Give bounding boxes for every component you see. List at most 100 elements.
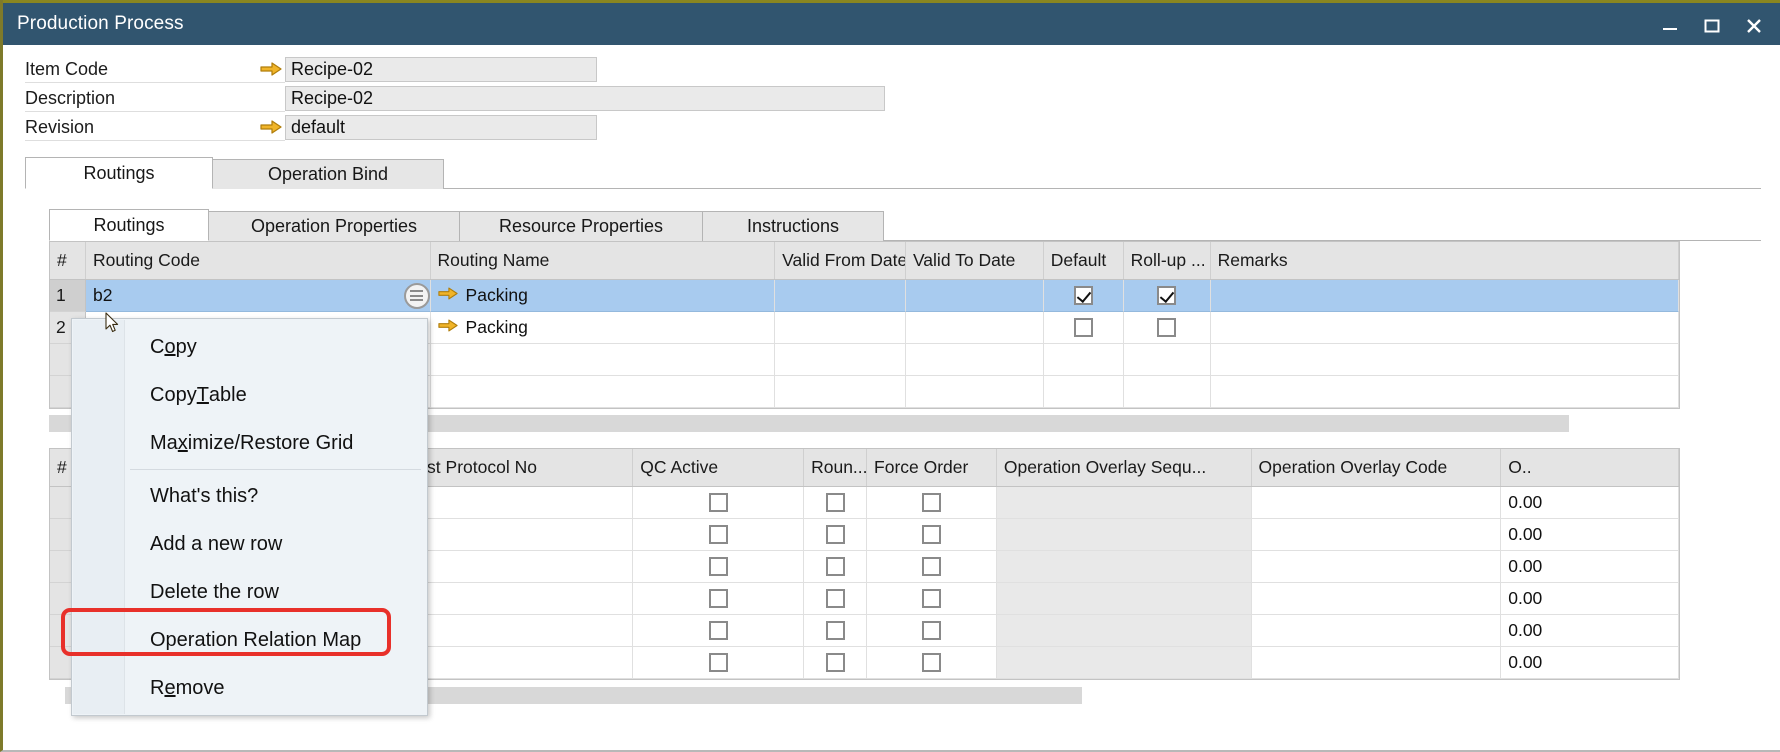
header-test-protocol-no[interactable]: Test Protocol No xyxy=(402,449,634,486)
header-valid-from-date[interactable]: Valid From Date xyxy=(775,242,906,279)
qc-active-checkbox[interactable] xyxy=(709,589,728,608)
cell-default[interactable] xyxy=(1044,312,1124,344)
context-menu-item-maximize-restore-grid[interactable]: Maximize/Restore Grid xyxy=(72,419,427,467)
table-row[interactable]: 1 b2 Packing xyxy=(50,280,1679,312)
cell-routing-name[interactable]: Packing xyxy=(431,280,776,312)
round-checkbox[interactable] xyxy=(826,653,845,672)
header-routing-code[interactable]: Routing Code xyxy=(86,242,431,279)
cell-test-protocol-no[interactable] xyxy=(402,487,634,519)
cell-default[interactable] xyxy=(1044,344,1124,376)
context-menu-item-copy[interactable]: Copy xyxy=(72,323,427,371)
cell-force-order[interactable] xyxy=(867,615,997,647)
round-checkbox[interactable] xyxy=(826,493,845,512)
cell-qc-active[interactable] xyxy=(633,519,804,551)
cell-overlay-sequence[interactable] xyxy=(997,487,1252,519)
default-checkbox[interactable] xyxy=(1074,286,1093,305)
cell-remarks[interactable] xyxy=(1211,344,1679,376)
cell-force-order[interactable] xyxy=(867,583,997,615)
force-order-checkbox[interactable] xyxy=(922,525,941,544)
qc-active-checkbox[interactable] xyxy=(709,493,728,512)
rollup-checkbox[interactable] xyxy=(1157,318,1176,337)
cell-overlay-last[interactable]: 0.00 xyxy=(1501,519,1679,551)
cell-overlay-sequence[interactable] xyxy=(997,583,1252,615)
cell-overlay-code[interactable] xyxy=(1252,615,1502,647)
close-button[interactable] xyxy=(1736,9,1772,43)
cell-round[interactable] xyxy=(804,551,867,583)
rollup-checkbox[interactable] xyxy=(1157,286,1176,305)
tab-routings-inner[interactable]: Routings xyxy=(49,209,209,241)
context-menu-item-add-a-new-row[interactable]: Add a new row xyxy=(72,520,427,568)
context-menu-item-whats-this[interactable]: What's this? xyxy=(72,472,427,520)
cell-test-protocol-no[interactable] xyxy=(402,519,634,551)
round-checkbox[interactable] xyxy=(826,589,845,608)
cell-remarks[interactable] xyxy=(1211,312,1679,344)
cell-test-protocol-no[interactable] xyxy=(402,583,634,615)
cell-rollup[interactable] xyxy=(1124,312,1211,344)
default-checkbox[interactable] xyxy=(1074,318,1093,337)
context-menu-item-copy-table[interactable]: Copy Table xyxy=(72,371,427,419)
tab-resource-properties[interactable]: Resource Properties xyxy=(459,211,703,241)
round-checkbox[interactable] xyxy=(826,621,845,640)
cell-remarks[interactable] xyxy=(1211,280,1679,312)
header-operation-overlay-code[interactable]: Operation Overlay Code xyxy=(1252,449,1502,486)
qc-active-checkbox[interactable] xyxy=(709,621,728,640)
cell-valid-to[interactable] xyxy=(906,344,1044,376)
cell-qc-active[interactable] xyxy=(633,583,804,615)
force-order-checkbox[interactable] xyxy=(922,621,941,640)
force-order-checkbox[interactable] xyxy=(922,653,941,672)
cell-test-protocol-no[interactable] xyxy=(402,615,634,647)
header-qc-active[interactable]: QC Active xyxy=(633,449,804,486)
header-operation-overlay-sequence[interactable]: Operation Overlay Sequ... xyxy=(997,449,1252,486)
cell-overlay-sequence[interactable] xyxy=(997,551,1252,583)
cell-qc-active[interactable] xyxy=(633,647,804,679)
cell-force-order[interactable] xyxy=(867,519,997,551)
header-rollup[interactable]: Roll-up ... xyxy=(1124,242,1211,279)
cell-overlay-code[interactable] xyxy=(1252,647,1502,679)
header-round[interactable]: Roun... xyxy=(804,449,867,486)
cell-qc-active[interactable] xyxy=(633,551,804,583)
cell-valid-from[interactable] xyxy=(775,376,906,408)
force-order-checkbox[interactable] xyxy=(922,557,941,576)
cell-round[interactable] xyxy=(804,519,867,551)
cell-valid-to[interactable] xyxy=(906,312,1044,344)
tab-routings-outer[interactable]: Routings xyxy=(25,157,213,189)
context-menu-item-remove[interactable]: Remove xyxy=(72,664,427,712)
cell-round[interactable] xyxy=(804,615,867,647)
cell-rollup[interactable] xyxy=(1124,344,1211,376)
cell-routing-code[interactable]: b2 xyxy=(86,280,431,312)
row-menu-icon[interactable] xyxy=(404,283,430,309)
minimize-button[interactable] xyxy=(1652,9,1688,43)
qc-active-checkbox[interactable] xyxy=(709,525,728,544)
cell-valid-from[interactable] xyxy=(775,312,906,344)
cell-overlay-last[interactable]: 0.00 xyxy=(1501,487,1679,519)
cell-qc-active[interactable] xyxy=(633,615,804,647)
tab-operation-properties[interactable]: Operation Properties xyxy=(208,211,460,241)
cell-valid-to[interactable] xyxy=(906,280,1044,312)
cell-rollup[interactable] xyxy=(1124,376,1211,408)
cell-overlay-last[interactable]: 0.00 xyxy=(1501,615,1679,647)
cell-test-protocol-no[interactable] xyxy=(402,647,634,679)
tab-instructions[interactable]: Instructions xyxy=(702,211,884,241)
qc-active-checkbox[interactable] xyxy=(709,557,728,576)
header-row-number[interactable]: # xyxy=(50,242,86,279)
cell-remarks[interactable] xyxy=(1211,376,1679,408)
context-menu-item-delete-the-row[interactable]: Delete the row xyxy=(72,568,427,616)
description-input[interactable]: Recipe-02 xyxy=(285,86,885,111)
cell-default[interactable] xyxy=(1044,376,1124,408)
round-checkbox[interactable] xyxy=(826,525,845,544)
cell-overlay-last[interactable]: 0.00 xyxy=(1501,583,1679,615)
force-order-checkbox[interactable] xyxy=(922,589,941,608)
header-remarks[interactable]: Remarks xyxy=(1211,242,1679,279)
qc-active-checkbox[interactable] xyxy=(709,653,728,672)
force-order-checkbox[interactable] xyxy=(922,493,941,512)
cell-force-order[interactable] xyxy=(867,647,997,679)
cell-overlay-sequence[interactable] xyxy=(997,519,1252,551)
cell-force-order[interactable] xyxy=(867,551,997,583)
cell-force-order[interactable] xyxy=(867,487,997,519)
cell-qc-active[interactable] xyxy=(633,487,804,519)
round-checkbox[interactable] xyxy=(826,557,845,576)
cell-valid-from[interactable] xyxy=(775,280,906,312)
cell-overlay-last[interactable]: 0.00 xyxy=(1501,551,1679,583)
header-routing-name[interactable]: Routing Name xyxy=(431,242,776,279)
cell-overlay-sequence[interactable] xyxy=(997,647,1252,679)
